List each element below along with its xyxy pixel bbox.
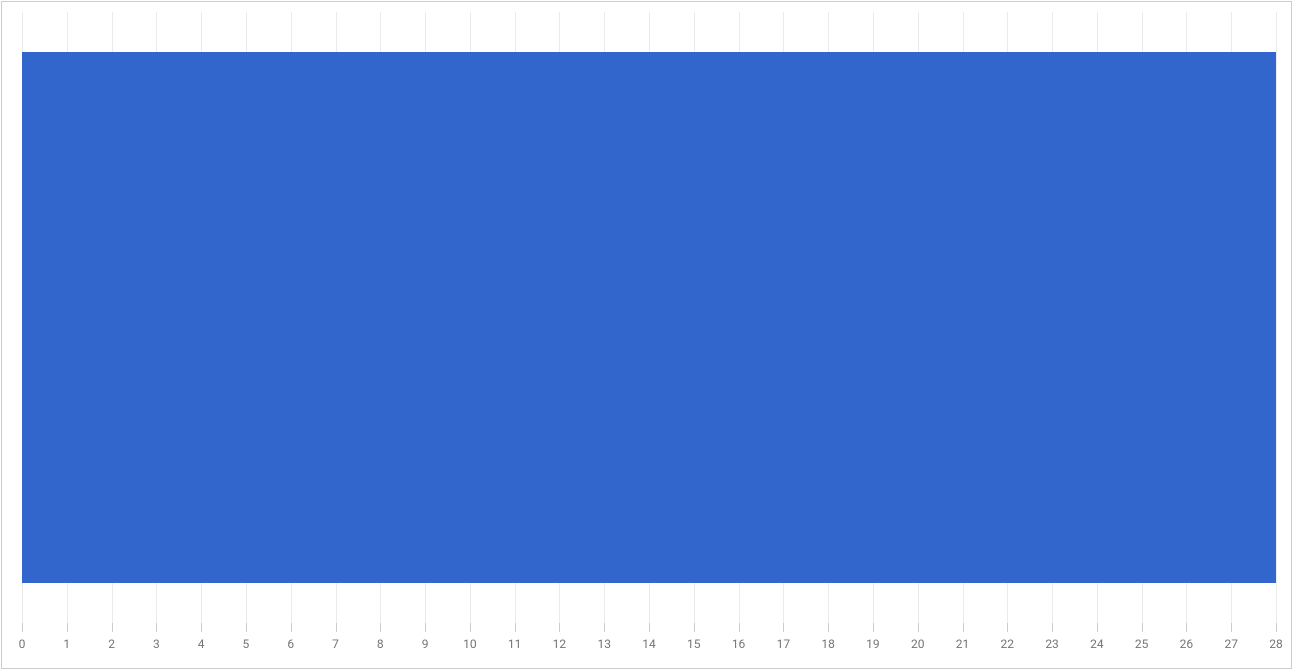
x-tick-label: 6 xyxy=(287,637,294,651)
x-tick-label: 18 xyxy=(821,637,835,651)
x-tick-label: 21 xyxy=(956,637,970,651)
x-tick xyxy=(112,623,113,632)
x-tick xyxy=(246,623,247,632)
x-tick xyxy=(873,623,874,632)
x-tick xyxy=(156,623,157,632)
x-tick xyxy=(515,623,516,632)
x-tick-label: 15 xyxy=(687,637,701,651)
x-tick-label: 9 xyxy=(422,637,429,651)
x-tick xyxy=(1231,623,1232,632)
x-tick-label: 1 xyxy=(63,637,70,651)
chart-frame: 0123456789101112131415161718192021222324… xyxy=(1,1,1292,669)
gridline xyxy=(1276,12,1277,623)
x-tick xyxy=(1186,623,1187,632)
x-tick-label: 16 xyxy=(732,637,746,651)
x-tick xyxy=(380,623,381,632)
x-tick xyxy=(1142,623,1143,632)
x-tick xyxy=(649,623,650,632)
x-axis: 0123456789101112131415161718192021222324… xyxy=(22,623,1276,668)
x-tick xyxy=(67,623,68,632)
x-tick-label: 11 xyxy=(508,637,522,651)
x-tick-label: 10 xyxy=(463,637,477,651)
x-tick-label: 3 xyxy=(153,637,160,651)
x-tick-label: 2 xyxy=(108,637,115,651)
x-tick xyxy=(201,623,202,632)
x-tick-label: 8 xyxy=(377,637,384,651)
x-tick-label: 28 xyxy=(1269,637,1283,651)
x-tick xyxy=(783,623,784,632)
x-tick xyxy=(604,623,605,632)
x-tick xyxy=(739,623,740,632)
x-tick xyxy=(828,623,829,632)
x-tick-label: 22 xyxy=(1001,637,1015,651)
x-tick-label: 25 xyxy=(1135,637,1149,651)
x-tick xyxy=(1097,623,1098,632)
x-tick xyxy=(425,623,426,632)
x-tick-label: 26 xyxy=(1180,637,1194,651)
x-tick-label: 27 xyxy=(1224,637,1238,651)
x-tick xyxy=(291,623,292,632)
x-tick-label: 23 xyxy=(1045,637,1059,651)
x-tick-label: 20 xyxy=(911,637,925,651)
x-tick xyxy=(559,623,560,632)
x-tick xyxy=(918,623,919,632)
x-tick xyxy=(694,623,695,632)
x-tick-label: 12 xyxy=(553,637,567,651)
x-tick xyxy=(1052,623,1053,632)
x-tick-label: 13 xyxy=(597,637,611,651)
x-tick-label: 14 xyxy=(642,637,656,651)
bar-series-0 xyxy=(22,52,1276,584)
x-tick xyxy=(336,623,337,632)
x-tick-label: 0 xyxy=(19,637,26,651)
x-tick xyxy=(470,623,471,632)
x-tick xyxy=(22,623,23,632)
x-tick xyxy=(1007,623,1008,632)
plot-area xyxy=(22,12,1276,623)
x-tick-label: 17 xyxy=(777,637,791,651)
x-tick xyxy=(1276,623,1277,632)
x-tick-label: 4 xyxy=(198,637,205,651)
x-tick-label: 7 xyxy=(332,637,339,651)
x-tick xyxy=(963,623,964,632)
x-tick-label: 19 xyxy=(866,637,880,651)
x-tick-label: 5 xyxy=(243,637,250,651)
x-tick-label: 24 xyxy=(1090,637,1104,651)
